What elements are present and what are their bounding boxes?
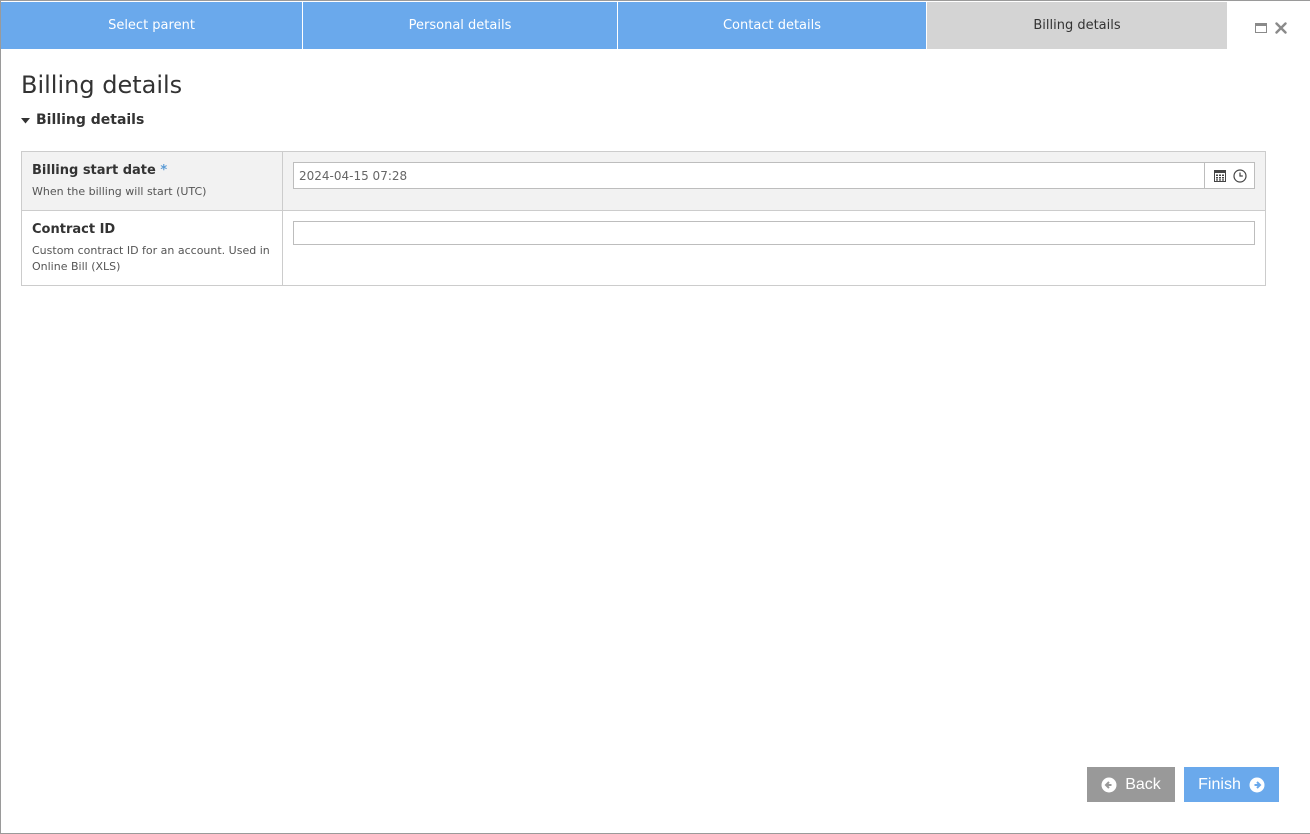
field-label-text: Billing start date xyxy=(32,163,156,178)
field-label-cell: Contract ID Custom contract ID for an ac… xyxy=(22,211,283,285)
close-icon[interactable] xyxy=(1274,21,1288,35)
maximize-icon[interactable] xyxy=(1254,21,1268,35)
datetime-addon xyxy=(1204,163,1254,188)
datetime-field xyxy=(293,162,1255,189)
arrow-right-circle-icon xyxy=(1249,777,1265,793)
form-row-contract-id: Contract ID Custom contract ID for an ac… xyxy=(22,211,1265,285)
billing-form: Billing start date * When the billing wi… xyxy=(21,151,1266,286)
finish-button-label: Finish xyxy=(1198,775,1241,793)
field-label: Billing start date * xyxy=(32,163,272,178)
window-controls xyxy=(1254,21,1288,35)
tab-contact-details[interactable]: Contact details xyxy=(618,2,927,49)
field-description: Custom contract ID for an account. Used … xyxy=(32,244,270,273)
field-description: When the billing will start (UTC) xyxy=(32,185,207,198)
tab-label: Personal details xyxy=(408,18,512,33)
page-title: Billing details xyxy=(21,71,183,99)
tab-label: Billing details xyxy=(1033,18,1121,33)
caret-down-icon xyxy=(21,112,30,128)
section-toggle[interactable]: Billing details xyxy=(21,112,144,128)
contract-id-field xyxy=(293,221,1255,245)
tab-billing-details[interactable]: Billing details xyxy=(927,2,1227,49)
tab-personal-details[interactable]: Personal details xyxy=(303,2,618,49)
calendar-icon[interactable] xyxy=(1212,168,1228,184)
finish-button[interactable]: Finish xyxy=(1184,767,1279,802)
required-marker: * xyxy=(160,163,168,178)
field-input-cell xyxy=(283,211,1265,285)
field-label-text: Contract ID xyxy=(32,222,116,237)
tab-label: Select parent xyxy=(108,18,195,33)
field-label-cell: Billing start date * When the billing wi… xyxy=(22,152,283,210)
section-title: Billing details xyxy=(36,112,145,128)
field-input-cell xyxy=(283,152,1265,210)
wizard-tabs: Select parent Personal details Contact d… xyxy=(1,2,1227,49)
contract-id-input[interactable] xyxy=(294,222,1254,244)
billing-start-date-input[interactable] xyxy=(294,163,1204,188)
back-button-label: Back xyxy=(1125,775,1161,793)
tab-select-parent[interactable]: Select parent xyxy=(1,2,303,49)
back-button[interactable]: Back xyxy=(1087,767,1175,802)
clock-icon[interactable] xyxy=(1232,168,1248,184)
form-row-billing-start-date: Billing start date * When the billing wi… xyxy=(22,152,1265,211)
tab-label: Contact details xyxy=(722,18,822,33)
arrow-left-circle-icon xyxy=(1101,777,1117,793)
wizard-window: Select parent Personal details Contact d… xyxy=(0,0,1310,834)
field-label: Contract ID xyxy=(32,222,272,237)
